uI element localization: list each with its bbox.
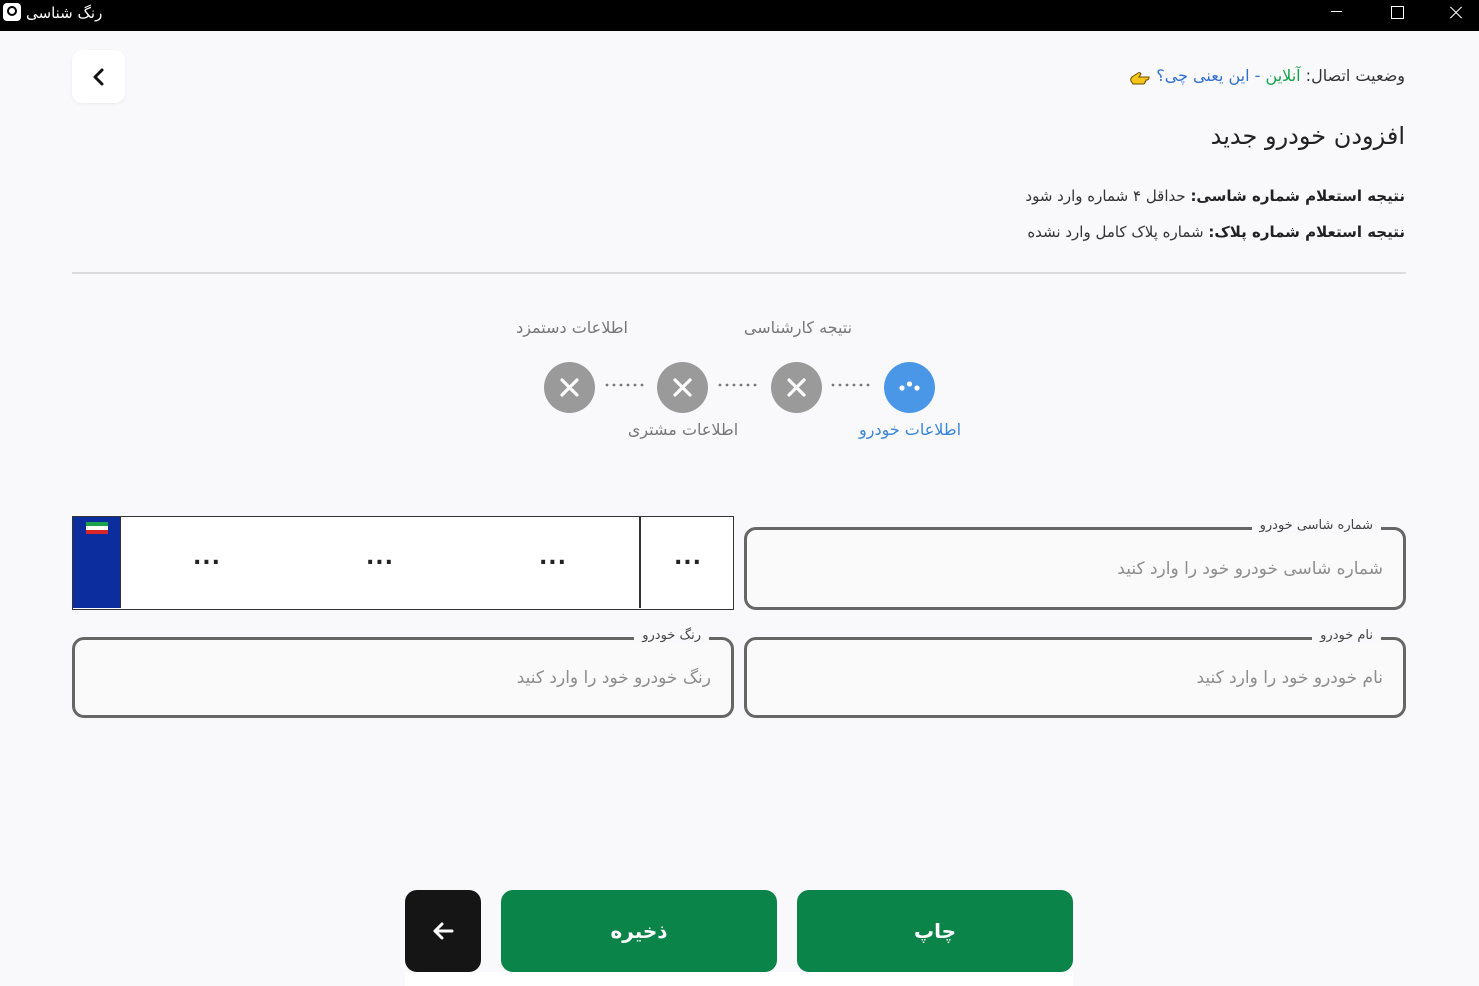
minimize-icon[interactable] (1314, 0, 1360, 31)
connection-status: وضعیت اتصال: آنلاین - این یعنی چی؟ (1128, 66, 1405, 85)
step-label-expert-result: نتیجه کارشناسی (743, 318, 853, 337)
maximize-icon[interactable] (1374, 0, 1420, 31)
chassis-inquiry-label: نتیجه استعلام شماره شاسی: (1190, 187, 1405, 205)
plate-segment-region[interactable]: ... (658, 545, 718, 570)
close-icon (787, 378, 806, 397)
plate-divider (639, 517, 641, 608)
back-button[interactable] (72, 50, 125, 103)
plate-inquiry-value: شماره پلاک کامل وارد نشده (1027, 223, 1209, 241)
close-window-icon[interactable] (1433, 0, 1479, 31)
chevron-left-icon (93, 68, 104, 86)
chassis-field: شماره شاسی خودرو (744, 518, 1406, 610)
print-button[interactable]: چاپ (797, 890, 1073, 972)
step-connector (718, 383, 757, 387)
plate-segment[interactable]: ... (177, 545, 237, 570)
step-expert-result[interactable] (771, 362, 822, 413)
vehicle-color-input[interactable] (95, 640, 711, 715)
pointing-hand-icon (1128, 70, 1150, 84)
window-titlebar: رنگ شناسی (0, 0, 1479, 31)
flag-red-stripe (86, 530, 108, 534)
chassis-inquiry-result: نتیجه استعلام شماره شاسی: حداقل ۴ شماره … (1025, 187, 1405, 205)
license-plate-input[interactable]: ... ... ... ... (72, 516, 734, 610)
vehicle-name-field: نام خودرو (744, 628, 1406, 718)
arrow-left-icon (433, 922, 454, 940)
vehicle-color-field: رنگ خودرو (72, 628, 734, 718)
step-vehicle-info[interactable] (884, 362, 935, 413)
plate-inquiry-result: نتیجه استعلام شماره پلاک: شماره پلاک کام… (1027, 223, 1405, 241)
page-title: افزودن خودرو جدید (1210, 122, 1405, 150)
button-bar-background (405, 972, 1073, 986)
chassis-inquiry-value: حداقل ۴ شماره وارد شود (1025, 187, 1191, 205)
step-label-wage-info: اطلاعات دستمزد (516, 318, 628, 337)
close-icon (560, 378, 579, 397)
window-title: رنگ شناسی (26, 4, 103, 22)
step-label-customer-info: اطلاعات مشتری (627, 420, 739, 439)
vehicle-name-input[interactable] (767, 640, 1383, 715)
plate-segment[interactable]: ... (350, 545, 410, 570)
step-customer-info[interactable] (657, 362, 708, 413)
plate-segment[interactable]: ... (523, 545, 583, 570)
plate-inquiry-label: نتیجه استعلام شماره پلاک: (1208, 223, 1405, 241)
divider (72, 272, 1406, 274)
status-separator: - (1249, 66, 1266, 85)
previous-button[interactable] (405, 890, 481, 972)
step-connector (605, 383, 644, 387)
help-link[interactable]: این یعنی چی؟ (1156, 66, 1249, 85)
save-button[interactable]: ذخیره (501, 890, 777, 972)
step-connector (831, 383, 870, 387)
chassis-input[interactable] (767, 530, 1383, 607)
close-icon (673, 378, 692, 397)
step-wage-info[interactable] (544, 362, 595, 413)
more-dots-icon (899, 381, 920, 391)
step-label-vehicle-info: اطلاعات خودرو (858, 420, 962, 439)
status-label: وضعیت اتصال: (1300, 66, 1405, 85)
status-value: آنلاین (1265, 66, 1301, 85)
app-logo-icon (3, 3, 21, 21)
plate-flag (73, 517, 121, 608)
